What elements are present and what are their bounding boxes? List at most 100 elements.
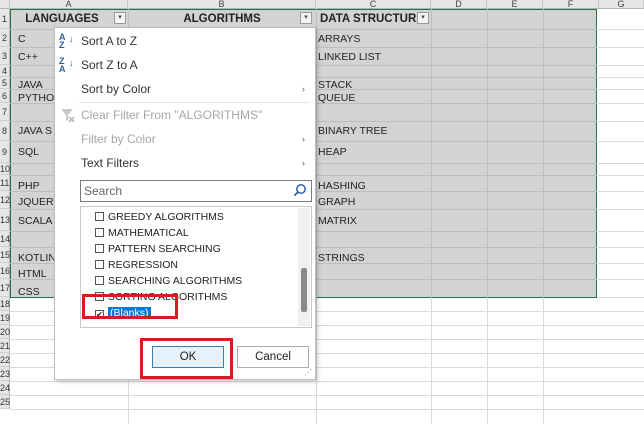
row-header[interactable]: 12 xyxy=(0,191,10,209)
row-header[interactable]: 8 xyxy=(0,121,10,141)
row-header[interactable]: 9 xyxy=(0,141,10,163)
list-scrollbar[interactable] xyxy=(298,208,310,326)
clear-filter-icon xyxy=(59,107,75,123)
row-header[interactable]: 16 xyxy=(0,263,10,279)
filter-value-item[interactable]: MATHEMATICAL xyxy=(95,225,189,241)
row-header[interactable]: 13 xyxy=(0,209,10,231)
row-header[interactable]: 18 xyxy=(0,297,10,311)
cell-language[interactable]: SCALA xyxy=(18,215,52,227)
cell-data-structure[interactable]: MATRIX xyxy=(318,215,357,227)
clear-filter-label: Clear Filter From "ALGORITHMS" xyxy=(81,108,263,122)
clear-filter-item[interactable]: Clear Filter From "ALGORITHMS" xyxy=(55,103,315,127)
header-languages[interactable]: LANGUAGES xyxy=(10,9,114,29)
row-header[interactable]: 21 xyxy=(0,339,10,353)
column-header-f[interactable]: F xyxy=(543,0,599,9)
column-header-e[interactable]: E xyxy=(487,0,543,9)
cell-data-structure[interactable]: STACK xyxy=(318,79,352,91)
filter-dropdown-algorithms[interactable]: ▾ xyxy=(300,12,312,24)
checkbox[interactable] xyxy=(95,244,104,253)
search-icon xyxy=(293,184,306,197)
cell-data-structure[interactable]: HEAP xyxy=(318,146,347,158)
row-header[interactable]: 22 xyxy=(0,353,10,367)
gridline xyxy=(431,9,432,298)
column-header-a[interactable]: A xyxy=(10,0,128,9)
column-header-g[interactable]: G xyxy=(599,0,644,9)
column-header-d[interactable]: D xyxy=(431,0,487,9)
autofilter-menu: A Z ↓ Sort A to Z Z A ↓ Sort Z to A Sort by … xyxy=(54,27,316,380)
row-header[interactable]: 11 xyxy=(0,175,10,191)
sort-z-to-a-item[interactable]: Z A ↓ Sort Z to A xyxy=(55,53,315,77)
cell-data-structure[interactable]: HASHING xyxy=(318,180,366,192)
gridline xyxy=(10,409,644,410)
cell-language[interactable]: SQL xyxy=(18,146,39,158)
filter-value-item[interactable]: GREEDY ALGORITHMS xyxy=(95,209,224,225)
checkbox[interactable] xyxy=(95,228,104,237)
checkbox[interactable] xyxy=(95,276,104,285)
text-filters-label: Text Filters xyxy=(81,156,140,170)
sort-by-color-item[interactable]: Sort by Color › xyxy=(55,77,315,101)
cell-language[interactable]: CSS xyxy=(18,286,40,298)
row-header[interactable]: 10 xyxy=(0,163,10,175)
row-header[interactable]: 23 xyxy=(0,367,10,381)
header-algorithms[interactable]: ALGORITHMS xyxy=(128,9,316,29)
column-header-corner[interactable] xyxy=(0,0,10,9)
row-header[interactable]: 2 xyxy=(0,29,10,47)
sort-a-to-z-label: Sort A to Z xyxy=(81,34,138,48)
scrollbar-thumb[interactable] xyxy=(301,268,307,312)
header-data-structures[interactable]: DATA STRUCTURI xyxy=(316,9,424,29)
cell-language[interactable]: JAVA xyxy=(18,79,43,91)
filter-dropdown-data-structures[interactable]: ▾ xyxy=(417,12,429,24)
gridline xyxy=(487,9,488,298)
row-header[interactable]: 24 xyxy=(0,381,10,395)
filter-value-item[interactable]: SEARCHING ALGORITHMS xyxy=(95,273,242,289)
filter-by-color-item[interactable]: Filter by Color › xyxy=(55,127,315,151)
filter-value-item[interactable]: REGRESSION xyxy=(95,257,178,273)
search-input[interactable]: Search xyxy=(80,180,312,202)
submenu-arrow-icon: › xyxy=(302,84,305,94)
cell-language[interactable]: C++ xyxy=(18,51,38,63)
row-header[interactable]: 15 xyxy=(0,247,10,263)
gridline xyxy=(10,381,644,382)
cell-data-structure[interactable]: STRINGS xyxy=(318,252,365,264)
filter-value-label: PATTERN SEARCHING xyxy=(108,243,221,255)
submenu-arrow-icon: › xyxy=(302,134,305,144)
text-filters-item[interactable]: Text Filters › xyxy=(55,151,315,175)
cancel-button[interactable]: Cancel xyxy=(237,346,309,368)
cell-language[interactable]: JAVA S xyxy=(18,125,52,137)
resize-grip-icon[interactable]: ⋰ xyxy=(304,368,312,377)
sort-ascending-icon: A Z ↓ xyxy=(59,32,74,50)
submenu-arrow-icon: › xyxy=(302,158,305,168)
row-header[interactable]: 19 xyxy=(0,311,10,325)
cell-language[interactable]: PHP xyxy=(18,180,40,192)
highlight-blanks-box xyxy=(82,294,178,319)
row-header[interactable]: 17 xyxy=(0,279,10,297)
cell-data-structure[interactable]: LINKED LIST xyxy=(318,51,381,63)
row-header[interactable]: 14 xyxy=(0,231,10,247)
cell-language[interactable]: C xyxy=(18,33,26,45)
sort-by-color-label: Sort by Color xyxy=(81,82,152,96)
row-header[interactable]: 4 xyxy=(0,65,10,77)
cell-data-structure[interactable]: ARRAYS xyxy=(318,33,360,45)
row-header[interactable]: 6 xyxy=(0,89,10,103)
row-header[interactable]: 25 xyxy=(0,395,10,409)
row-header[interactable]: 3 xyxy=(0,47,10,65)
checkbox[interactable] xyxy=(95,212,104,221)
cell-data-structure[interactable]: BINARY TREE xyxy=(318,125,387,137)
cell-language[interactable]: HTML xyxy=(18,268,47,280)
column-header-b[interactable]: B xyxy=(128,0,316,9)
cell-data-structure[interactable]: GRAPH xyxy=(318,196,355,208)
cell-language[interactable]: KOTLIN xyxy=(18,252,56,264)
row-header[interactable]: 1 xyxy=(0,9,10,29)
cell-language[interactable]: PYTHO xyxy=(18,92,54,104)
row-header[interactable]: 20 xyxy=(0,325,10,339)
row-header[interactable]: 7 xyxy=(0,103,10,121)
checkbox[interactable] xyxy=(95,260,104,269)
cell-data-structure[interactable]: QUEUE xyxy=(318,92,355,104)
filter-value-label: MATHEMATICAL xyxy=(108,227,189,239)
filter-dropdown-languages[interactable]: ▾ xyxy=(114,12,126,24)
filter-value-label: REGRESSION xyxy=(108,259,179,271)
sort-a-to-z-item[interactable]: A Z ↓ Sort A to Z xyxy=(55,29,315,53)
column-header-c[interactable]: C xyxy=(316,0,431,9)
row-header[interactable]: 5 xyxy=(0,77,10,89)
filter-value-item[interactable]: PATTERN SEARCHING xyxy=(95,241,221,257)
